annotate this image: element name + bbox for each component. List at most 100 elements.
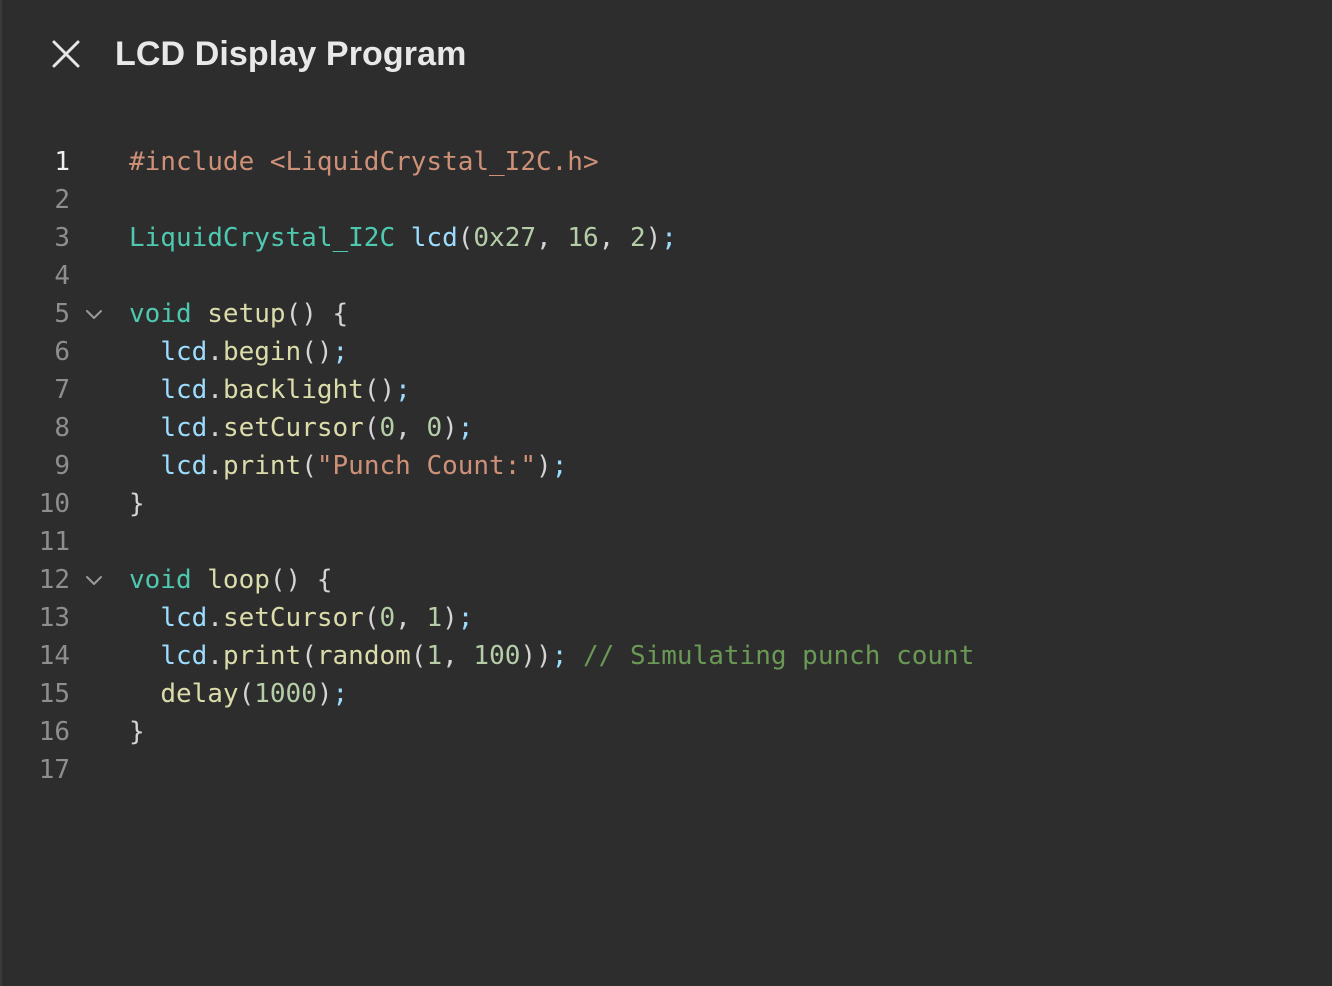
code-text: delay(1000);	[129, 675, 348, 713]
line-number: 10	[38, 489, 70, 519]
code-line[interactable]: 15 delay(1000);	[0, 675, 1332, 713]
code-token: void	[129, 565, 192, 595]
code-token: lcd	[160, 375, 208, 405]
code-text: lcd.begin();	[129, 333, 348, 371]
code-line[interactable]: 4	[0, 257, 1332, 295]
code-line[interactable]: 7 lcd.backlight();	[0, 371, 1332, 409]
code-token: )	[536, 451, 552, 481]
code-line[interactable]: 8 lcd.setCursor(0, 0);	[0, 409, 1332, 447]
code-text: lcd.setCursor(0, 1);	[129, 599, 473, 637]
code-text: lcd.setCursor(0, 0);	[129, 409, 473, 447]
code-token: 16	[567, 223, 599, 253]
code-token: )	[442, 413, 458, 443]
line-number: 15	[38, 679, 70, 709]
code-token: setCursor	[222, 603, 364, 633]
code-line[interactable]: 11	[0, 523, 1332, 561]
code-token: .	[207, 375, 223, 405]
code-token: lcd	[160, 641, 208, 671]
code-token: setup	[207, 299, 286, 329]
code-token: LiquidCrystal_I2C	[129, 223, 396, 253]
code-token: random	[316, 641, 411, 671]
code-token: 0	[426, 413, 443, 443]
code-text: LiquidCrystal_I2C lcd(0x27, 16, 2);	[129, 219, 677, 257]
code-token: void	[129, 299, 192, 329]
code-text: lcd.print(random(1, 100)); // Simulating…	[129, 637, 974, 675]
line-number: 1	[54, 147, 70, 177]
code-token: lcd	[410, 223, 458, 253]
code-token: lcd	[160, 413, 208, 443]
code-token: ;	[551, 641, 568, 671]
code-token: setCursor	[222, 413, 364, 443]
code-text: void loop() {	[129, 561, 333, 599]
code-token: loop	[207, 565, 270, 595]
close-button[interactable]	[46, 34, 86, 74]
line-number: 14	[38, 641, 70, 671]
code-token: (	[238, 679, 255, 709]
code-line[interactable]: 2	[0, 181, 1332, 219]
code-token: lcd	[160, 337, 208, 367]
line-number: 2	[54, 185, 70, 215]
line-number: 16	[38, 717, 70, 747]
code-token: 1	[426, 603, 443, 633]
code-line[interactable]: 1 #include <LiquidCrystal_I2C.h>	[0, 143, 1332, 181]
code-line[interactable]: 5 void setup() {	[0, 295, 1332, 333]
code-token: () {	[269, 565, 333, 595]
code-token: (	[457, 223, 474, 253]
code-token: (	[301, 451, 317, 481]
code-token: ,	[395, 413, 427, 443]
code-token: (	[363, 603, 380, 633]
code-token: ))	[520, 641, 552, 671]
code-line[interactable]: 13 lcd.setCursor(0, 1);	[0, 599, 1332, 637]
line-number: 6	[54, 337, 70, 367]
line-number: 7	[54, 375, 70, 405]
code-token: .	[207, 451, 223, 481]
code-token: backlight	[222, 375, 364, 405]
code-token: 0	[379, 413, 396, 443]
code-token: .	[207, 337, 223, 367]
code-token: ;	[457, 603, 474, 633]
code-token: print	[222, 451, 302, 481]
code-token: ,	[442, 641, 474, 671]
code-line[interactable]: 10}	[0, 485, 1332, 523]
code-token: .	[207, 603, 223, 633]
code-token: ,	[536, 223, 568, 253]
code-token: 0x27	[473, 223, 537, 253]
code-line[interactable]: 16}	[0, 713, 1332, 751]
panel-header: LCD Display Program	[0, 0, 1332, 108]
code-text: void setup() {	[129, 295, 348, 333]
code-token: )	[316, 679, 333, 709]
code-token: (	[301, 641, 317, 671]
code-token: ;	[395, 375, 411, 405]
code-line[interactable]: 14 lcd.print(random(1, 100)); // Simulat…	[0, 637, 1332, 675]
code-token: }	[129, 489, 145, 519]
code-token: )	[442, 603, 458, 633]
fold-chevron-icon[interactable]	[82, 561, 106, 599]
code-line[interactable]: 6 lcd.begin();	[0, 333, 1332, 371]
code-token: 0	[379, 603, 396, 633]
code-line[interactable]: 12 void loop() {	[0, 561, 1332, 599]
code-editor[interactable]: 1 #include <LiquidCrystal_I2C.h> 2 3 LiquidC…	[0, 143, 1332, 789]
fold-chevron-icon[interactable]	[82, 295, 106, 333]
code-token: )	[645, 223, 662, 253]
code-token: ;	[332, 337, 349, 367]
code-token: .	[207, 413, 223, 443]
line-number: 11	[38, 527, 70, 557]
code-token: ,	[395, 603, 427, 633]
code-line[interactable]: 17	[0, 751, 1332, 789]
code-token: "Punch Count:"	[316, 451, 537, 481]
line-number: 17	[38, 755, 70, 785]
code-line[interactable]: 3 LiquidCrystal_I2C lcd(0x27, 16, 2);	[0, 219, 1332, 257]
code-token: 2	[629, 223, 646, 253]
code-line[interactable]: 9 lcd.print("Punch Count:");	[0, 447, 1332, 485]
code-token: ;	[457, 413, 474, 443]
